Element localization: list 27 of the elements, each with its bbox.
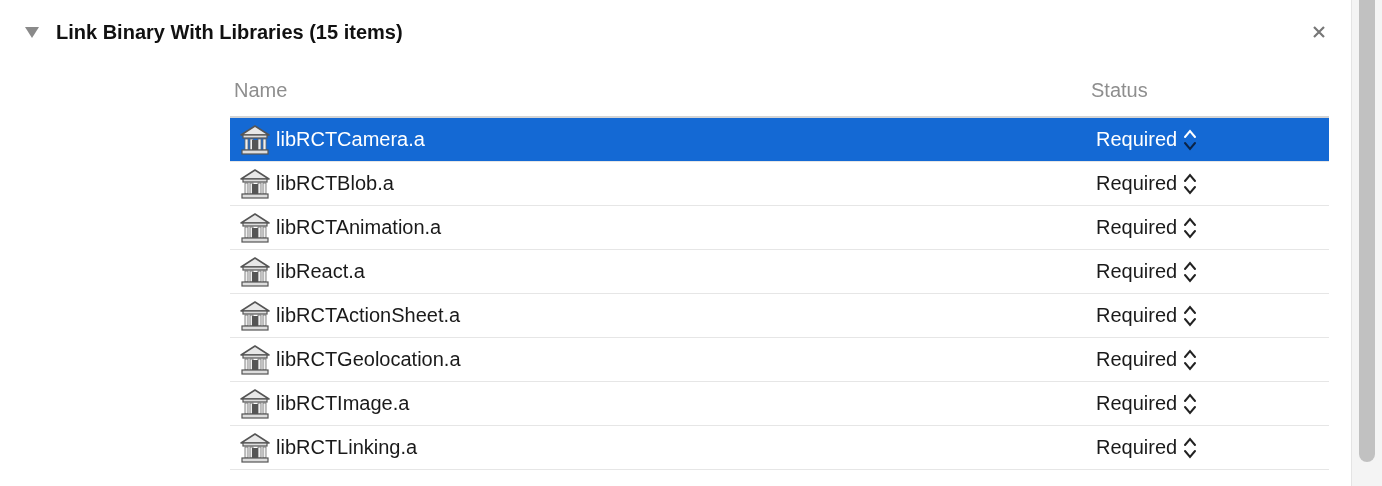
status-popup[interactable]: Required [1087, 259, 1329, 284]
library-name: libReact.a [276, 260, 365, 283]
library-building-icon [238, 386, 272, 421]
status-popup[interactable]: Required [1087, 435, 1329, 460]
status-popup[interactable]: Required [1087, 391, 1329, 416]
status-popup[interactable]: Required [1087, 171, 1329, 196]
library-name: libRCTLinking.a [276, 436, 418, 459]
library-name: libRCTCamera.a [276, 128, 425, 151]
section-title: Link Binary With Libraries (15 items) [56, 20, 404, 44]
status-popup[interactable]: Required [1087, 303, 1329, 328]
library-building-icon [238, 166, 272, 201]
scrollbar-thumb[interactable] [1359, 0, 1375, 462]
status-popup[interactable]: Required [1087, 347, 1329, 372]
library-row[interactable]: libRCTCamera.a Required [230, 118, 1329, 162]
library-building-icon [238, 210, 272, 245]
library-building-icon [238, 298, 272, 333]
library-name: libRCTAnimation.a [276, 216, 442, 239]
library-building-icon [238, 122, 272, 157]
library-building-icon [238, 430, 272, 465]
library-name: libRCTImage.a [276, 392, 410, 415]
library-building-icon [238, 254, 272, 289]
library-name: libRCTActionSheet.a [276, 304, 461, 327]
library-building-icon [238, 342, 272, 377]
library-name: libRCTGeolocation.a [276, 348, 461, 371]
status-popup[interactable]: Required [1087, 127, 1329, 152]
status-popup[interactable]: Required [1087, 215, 1329, 240]
library-name: libRCTBlob.a [276, 172, 394, 195]
